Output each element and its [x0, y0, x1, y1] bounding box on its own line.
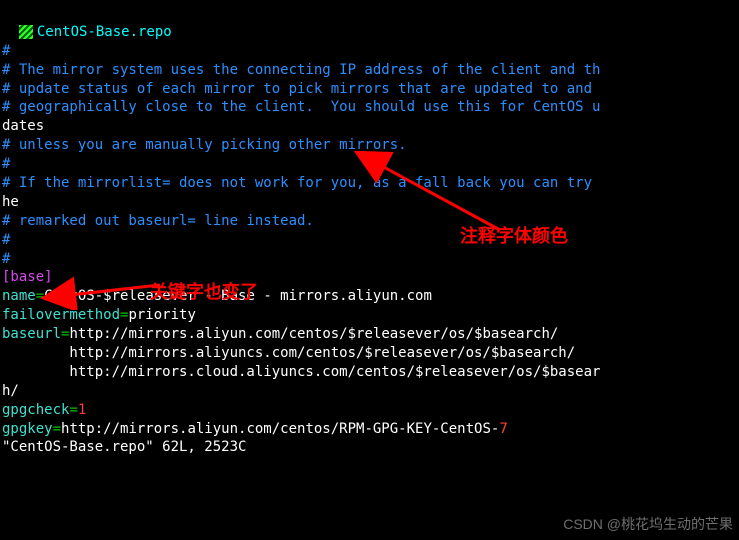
annotation-keyword-changed: 关键字也变了: [150, 280, 258, 304]
url1: http://mirrors.aliyun.com/centos/$releas…: [69, 326, 558, 342]
key-gpgcheck: gpgcheck: [2, 402, 69, 418]
annotation-comment-color: 注释字体颜色: [460, 224, 568, 248]
wrap-line: dates: [2, 117, 737, 136]
config-gpgkey-line: gpgkey=http://mirrors.aliyun.com/centos/…: [2, 420, 737, 439]
key-baseurl: baseurl: [2, 326, 61, 342]
watermark: CSDN @桃花坞生动的芒果: [563, 515, 733, 534]
key-gpgkey: gpgkey: [2, 421, 53, 437]
config-baseurl-line: baseurl=http://mirrors.aliyun.com/centos…: [2, 325, 737, 344]
url-continuation: http://mirrors.aliyuncs.com/centos/$rele…: [2, 344, 737, 363]
vim-status-line: "CentOS-Base.repo" 62L, 2523C: [2, 438, 737, 457]
filename-header: CentOS-Base.repo: [37, 24, 172, 40]
url-continuation: http://mirrors.cloud.aliyuncs.com/centos…: [2, 363, 737, 382]
header-line: CentOS-Base.repo: [2, 4, 737, 42]
gpgkey-num: 7: [499, 421, 507, 437]
app-icon: [19, 25, 33, 39]
comment-line: # The mirror system uses the connecting …: [2, 61, 737, 80]
comment-line: # update status of each mirror to pick m…: [2, 80, 737, 99]
comment-line: #: [2, 42, 737, 61]
comment-line: # geographically close to the client. Yo…: [2, 98, 737, 117]
equals: =: [53, 421, 61, 437]
gpgkey-val: http://mirrors.aliyun.com/centos/RPM-GPG…: [61, 421, 499, 437]
gpgcheck-val: 1: [78, 402, 86, 418]
key-name: name: [2, 288, 36, 304]
config-gpgcheck-line: gpgcheck=1: [2, 401, 737, 420]
wrap-line: h/: [2, 382, 737, 401]
equals: =: [69, 402, 77, 418]
